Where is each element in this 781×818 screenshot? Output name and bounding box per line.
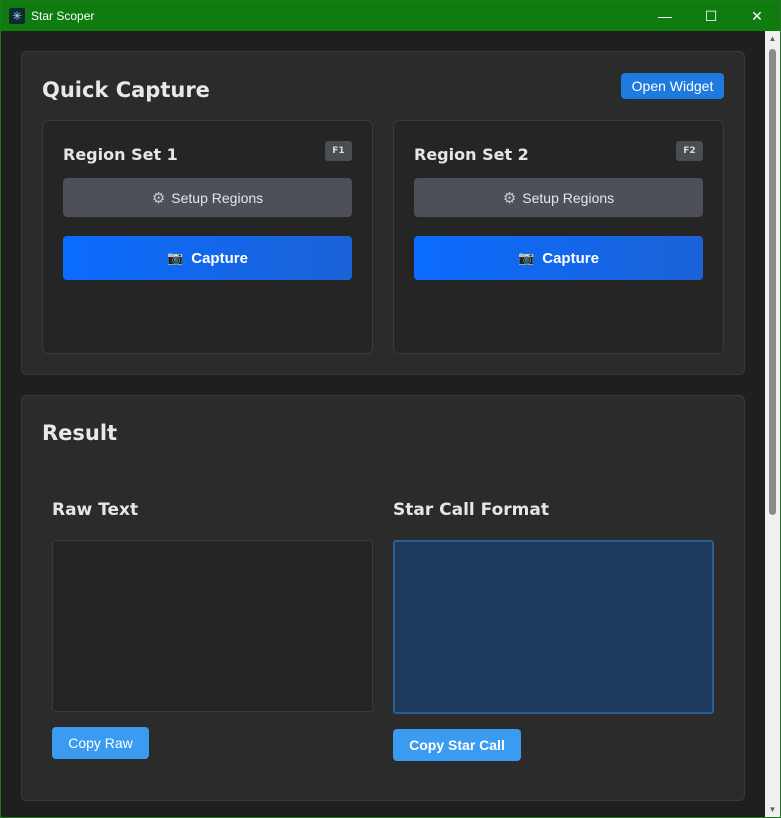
quick-capture-title: Quick Capture (42, 78, 210, 102)
gear-icon: ⚙ (502, 189, 517, 207)
setup-regions-button-2[interactable]: ⚙ Setup Regions (414, 178, 703, 217)
minimize-icon: — (658, 8, 672, 24)
result-title: Result (42, 421, 118, 445)
copy-star-call-button[interactable]: Copy Star Call (393, 729, 521, 761)
star-call-format-label: Star Call Format (393, 500, 549, 520)
close-button[interactable]: ✕ (734, 1, 780, 31)
setup-regions-label: Setup Regions (171, 189, 264, 206)
copy-raw-button[interactable]: Copy Raw (52, 727, 149, 759)
setup-regions-button-1[interactable]: ⚙ Setup Regions (63, 178, 352, 217)
maximize-button[interactable]: ☐ (688, 1, 734, 31)
region-set-1-card: Region Set 1 F1 ⚙ Setup Regions 📷 Captur… (42, 120, 373, 354)
title-bar[interactable]: ✳ Star Scoper — ☐ ✕ (1, 1, 780, 31)
setup-regions-label: Setup Regions (522, 189, 615, 206)
app-window: ✳ Star Scoper — ☐ ✕ Quick Capture Open W… (0, 0, 781, 818)
camera-icon: 📷 (518, 250, 535, 265)
scroll-thumb[interactable] (769, 49, 776, 515)
raw-text-label: Raw Text (52, 500, 139, 520)
region-set-2-card: Region Set 2 F2 ⚙ Setup Regions 📷 Captur… (393, 120, 724, 354)
region-set-1-title: Region Set 1 (63, 145, 178, 164)
capture-button-2[interactable]: 📷 Capture (414, 236, 703, 280)
scroll-up-icon[interactable]: ▲ (765, 31, 780, 46)
region-set-2-title: Region Set 2 (414, 145, 529, 164)
minimize-button[interactable]: — (642, 1, 688, 31)
gear-icon: ⚙ (151, 189, 166, 207)
open-widget-button[interactable]: Open Widget (621, 73, 724, 99)
quick-capture-card: Quick Capture Open Widget Region Set 1 F… (21, 51, 745, 375)
capture-label: Capture (191, 249, 248, 267)
camera-icon: 📷 (167, 250, 184, 265)
scroll-down-icon[interactable]: ▼ (765, 802, 780, 817)
client-area: Quick Capture Open Widget Region Set 1 F… (1, 31, 765, 817)
hotkey-badge-f2: F2 (676, 141, 703, 161)
capture-label: Capture (542, 249, 599, 267)
close-icon: ✕ (751, 7, 763, 24)
window-controls: — ☐ ✕ (642, 1, 780, 31)
window-title: Star Scoper (31, 9, 95, 23)
maximize-icon: ☐ (704, 7, 718, 24)
snowflake-star-icon: ✳ (9, 8, 25, 24)
vertical-scrollbar[interactable]: ▲ ▼ (765, 31, 780, 817)
result-card: Result Raw Text Copy Raw Star Call Forma… (21, 395, 745, 801)
capture-button-1[interactable]: 📷 Capture (63, 236, 352, 280)
hotkey-badge-f1: F1 (325, 141, 352, 161)
star-call-text-area[interactable] (393, 540, 714, 714)
raw-text-area[interactable] (52, 540, 373, 712)
